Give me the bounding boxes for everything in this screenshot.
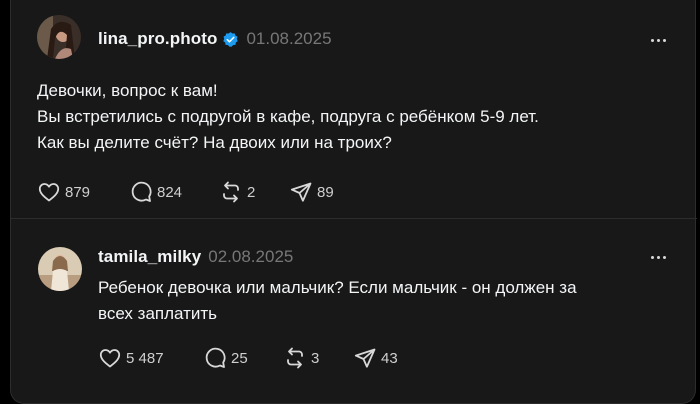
send-icon [290,182,312,202]
share-button[interactable]: 43 [353,346,398,370]
repost-count: 2 [247,183,256,201]
reply-button[interactable]: 25 [203,346,283,370]
post-actions: 5 487 25 3 43 [98,346,398,370]
comment-icon [205,347,226,368]
share-count: 89 [317,183,334,201]
post: lina_pro.photo 01.08.2025 Девочки, вопро… [11,0,697,218]
post-text: Ребенок девочка или мальчик? Если мальчи… [98,275,678,327]
post-actions: 879 824 2 89 [37,180,334,204]
avatar[interactable] [38,247,82,291]
username[interactable]: lina_pro.photo [98,29,217,49]
send-icon [354,348,376,368]
thread-card: lina_pro.photo 01.08.2025 Девочки, вопро… [10,0,697,404]
heart-icon [38,183,60,202]
post-text-line: Девочки, вопрос к вам! [37,81,218,100]
post-date: 02.08.2025 [208,247,294,266]
like-button[interactable]: 5 487 [98,346,203,370]
heart-icon [99,349,121,368]
share-count: 43 [381,349,398,367]
reply-count: 824 [157,183,183,201]
post-text-line: Как вы делите счёт? На двоих или на трои… [37,133,392,152]
post-text: Девочки, вопрос к вам! Вы встретились с … [37,78,677,156]
like-button[interactable]: 879 [37,180,129,204]
post-text-line: Вы встретились с подругой в кафе, подруг… [37,107,539,126]
post-text-line: Ребенок девочка или мальчик? Если мальчи… [98,278,577,297]
repost-icon [287,347,303,369]
post-text-line: всех заплатить [98,304,218,323]
repost-button[interactable]: 3 [283,346,353,370]
like-count: 5 487 [126,349,164,367]
verified-badge-icon [222,31,239,48]
reply-button[interactable]: 824 [129,180,219,204]
post-header: lina_pro.photo 01.08.2025 [98,28,332,50]
reply-count: 25 [231,349,248,367]
username[interactable]: tamila_milky [98,247,201,267]
repost-count: 3 [311,349,320,367]
like-count: 879 [65,183,91,201]
avatar[interactable] [37,15,81,59]
post-date: 01.08.2025 [246,29,332,48]
more-icon[interactable] [647,246,669,268]
more-icon[interactable] [647,29,669,51]
share-button[interactable]: 89 [289,180,334,204]
post-header: tamila_milky 02.08.2025 [98,246,293,268]
comment-icon [131,181,152,202]
repost-icon [223,181,239,203]
post: tamila_milky 02.08.2025 Ребенок девочка … [11,219,697,404]
repost-button[interactable]: 2 [219,180,289,204]
